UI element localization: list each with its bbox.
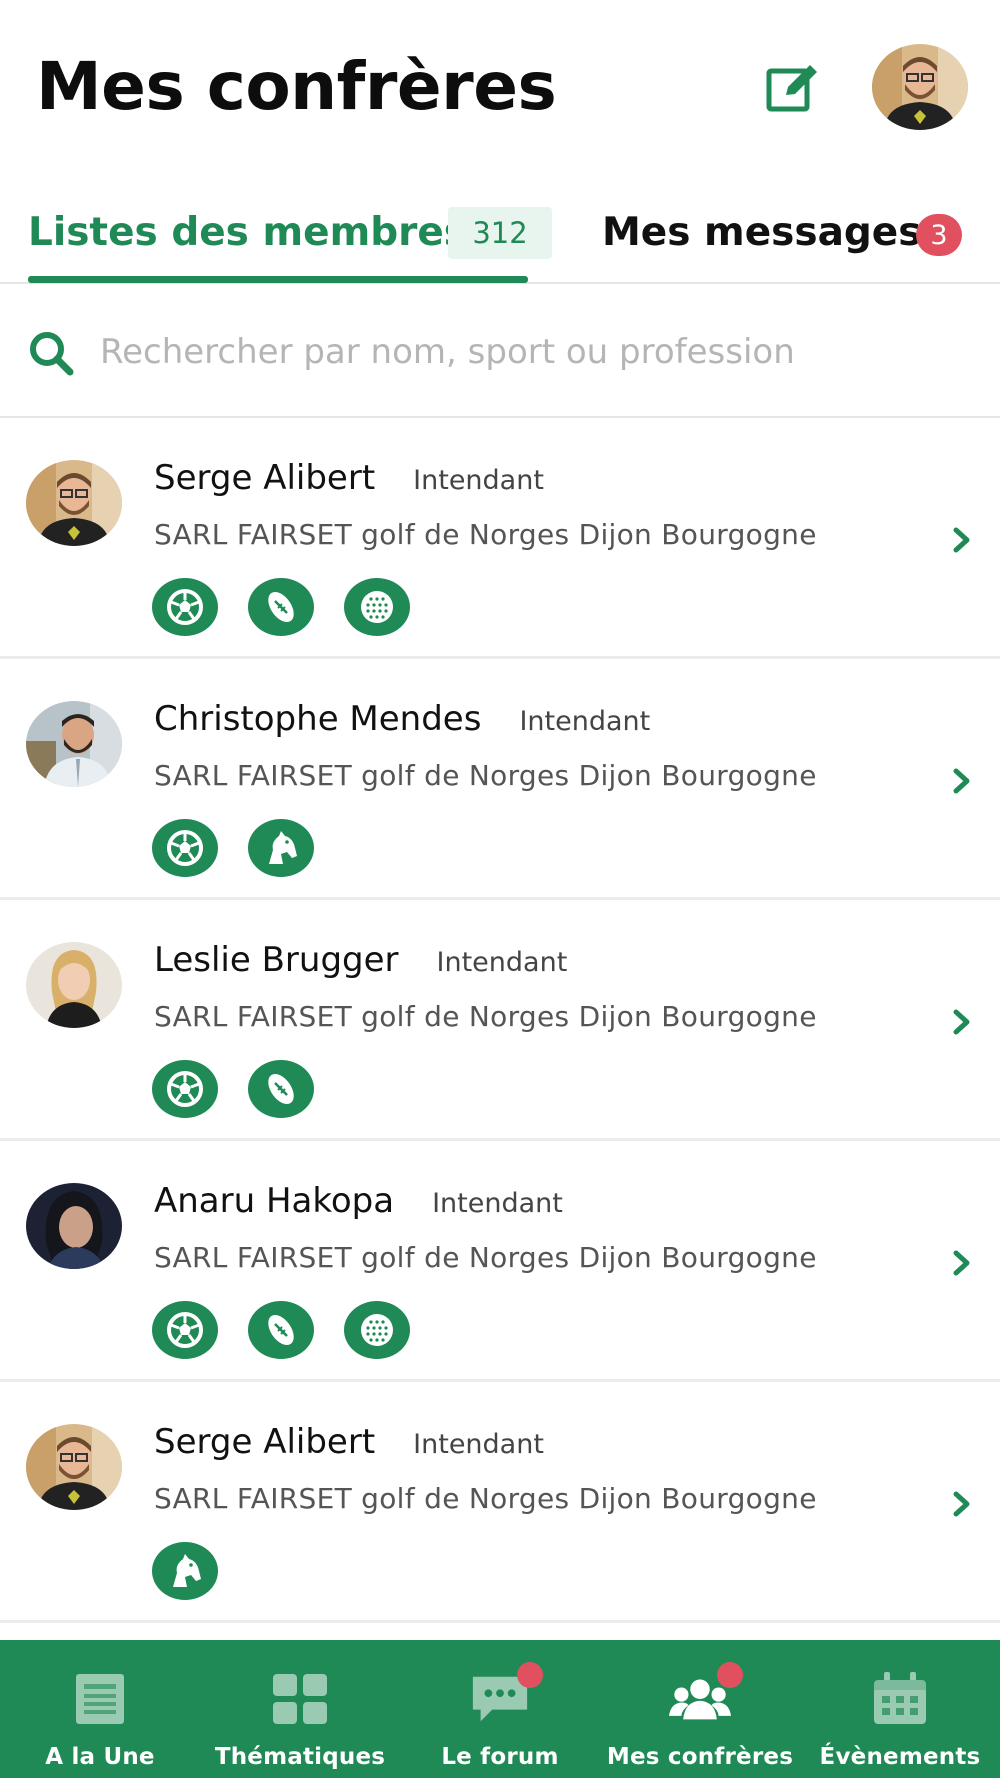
search-icon — [30, 332, 74, 376]
notification-dot — [517, 1662, 543, 1688]
member-company: SARL FAIRSET golf de Norges Dijon Bourgo… — [154, 759, 817, 792]
member-name-line: Serge Alibert Intendant — [154, 458, 544, 498]
notification-dot — [717, 1662, 743, 1688]
member-name-line: Serge Alibert Intendant — [154, 1422, 544, 1462]
member-role: Intendant — [519, 706, 651, 737]
member-name-line: Leslie Brugger Intendant — [154, 940, 567, 980]
search-input[interactable] — [100, 316, 980, 388]
soccer-icon — [152, 1301, 218, 1359]
profile-avatar[interactable] — [872, 44, 968, 130]
nav-item-a-la-une[interactable]: A la Une — [0, 1640, 200, 1778]
chat-icon — [469, 1662, 543, 1728]
member-avatar — [26, 1424, 122, 1510]
member-sports — [152, 819, 314, 877]
member-company: SARL FAIRSET golf de Norges Dijon Bourgo… — [154, 1482, 817, 1515]
member-company: SARL FAIRSET golf de Norges Dijon Bourgo… — [154, 1241, 817, 1274]
member-row[interactable]: Anaru Hakopa Intendant SARL FAIRSET golf … — [0, 1141, 1000, 1382]
chevron-right-icon — [953, 527, 970, 553]
tab-messages[interactable]: Mes messages 3 — [602, 200, 982, 284]
member-name: Serge Alibert — [154, 1422, 376, 1462]
chevron-right-icon — [953, 1491, 970, 1517]
member-sports — [152, 1060, 314, 1118]
edit-icon — [766, 65, 817, 112]
search-bar — [0, 286, 1000, 418]
member-role: Intendant — [432, 1188, 563, 1219]
member-avatar — [26, 701, 122, 787]
member-name-line: Christophe Mendes Intendant — [154, 699, 650, 739]
member-row[interactable]: Serge Alibert Intendant SARL FAIRSET golf… — [0, 418, 1000, 659]
member-company: SARL FAIRSET golf de Norges Dijon Bourgo… — [154, 1000, 817, 1033]
member-list: Serge Alibert Intendant SARL FAIRSET golf… — [0, 418, 1000, 1623]
member-avatar — [26, 1183, 122, 1269]
chevron-right-icon — [953, 768, 970, 794]
member-row[interactable]: Christophe Mendes Intendant SARL FAIRSET … — [0, 659, 1000, 900]
nav-item-mes-confreres[interactable]: Mes confrères — [600, 1640, 800, 1778]
tab-messages-label: Mes messages — [602, 210, 922, 255]
rugby-icon — [248, 1301, 314, 1359]
chevron-right-icon — [953, 1250, 970, 1276]
member-sports — [152, 578, 410, 636]
member-row[interactable]: Serge Alibert Intendant SARL FAIRSET golf… — [0, 1382, 1000, 1623]
soccer-icon — [152, 578, 218, 636]
member-company: SARL FAIRSET golf de Norges Dijon Bourgo… — [154, 518, 817, 551]
nav-label: Thématiques — [214, 1744, 386, 1770]
horse-icon — [248, 819, 314, 877]
nav-item-evenements[interactable]: Évènements — [800, 1640, 1000, 1778]
page-title: Mes confrères — [36, 48, 557, 125]
messages-unread-badge: 3 — [916, 214, 962, 256]
soccer-icon — [152, 819, 218, 877]
nav-item-thematiques[interactable]: Thématiques — [200, 1640, 400, 1778]
soccer-icon — [152, 1060, 218, 1118]
nav-item-forum[interactable]: Le forum — [400, 1640, 600, 1778]
member-avatar — [26, 460, 122, 546]
grid-icon — [269, 1670, 331, 1728]
member-row[interactable]: Leslie Brugger Intendant SARL FAIRSET gol… — [0, 900, 1000, 1141]
rugby-icon — [248, 578, 314, 636]
tab-members[interactable]: Listes des membres 312 — [28, 200, 552, 284]
nav-label: Mes confrères — [606, 1744, 794, 1770]
member-sports — [152, 1542, 218, 1600]
member-avatar — [26, 942, 122, 1028]
newspaper-icon — [69, 1670, 131, 1728]
nav-label: Le forum — [441, 1744, 559, 1770]
rugby-icon — [248, 1060, 314, 1118]
member-role: Intendant — [436, 947, 568, 978]
member-sports — [152, 1301, 410, 1359]
compose-button[interactable] — [762, 58, 826, 116]
tab-bar: Listes des membres 312 Mes messages 3 — [0, 200, 1000, 284]
golf-ball-icon — [344, 578, 410, 636]
tab-members-label: Listes des membres — [28, 210, 468, 255]
member-name: Anaru Hakopa — [154, 1181, 395, 1221]
users-icon — [669, 1662, 743, 1728]
nav-label: A la Une — [45, 1744, 155, 1770]
members-count-badge: 312 — [448, 207, 552, 259]
header: Mes confrères — [0, 0, 1000, 175]
horse-icon — [152, 1542, 218, 1600]
golf-ball-icon — [344, 1301, 410, 1359]
member-name: Christophe Mendes — [154, 699, 482, 739]
member-name: Serge Alibert — [154, 458, 376, 498]
active-tab-indicator — [28, 276, 528, 283]
calendar-icon — [869, 1670, 931, 1728]
member-name-line: Anaru Hakopa Intendant — [154, 1181, 563, 1221]
member-role: Intendant — [413, 465, 544, 496]
nav-label: Évènements — [819, 1744, 981, 1770]
member-name: Leslie Brugger — [154, 940, 399, 980]
chevron-right-icon — [953, 1009, 970, 1035]
bottom-nav: A la Une Thématiques Le forum Mes confrè… — [0, 1640, 1000, 1778]
member-role: Intendant — [413, 1429, 544, 1460]
